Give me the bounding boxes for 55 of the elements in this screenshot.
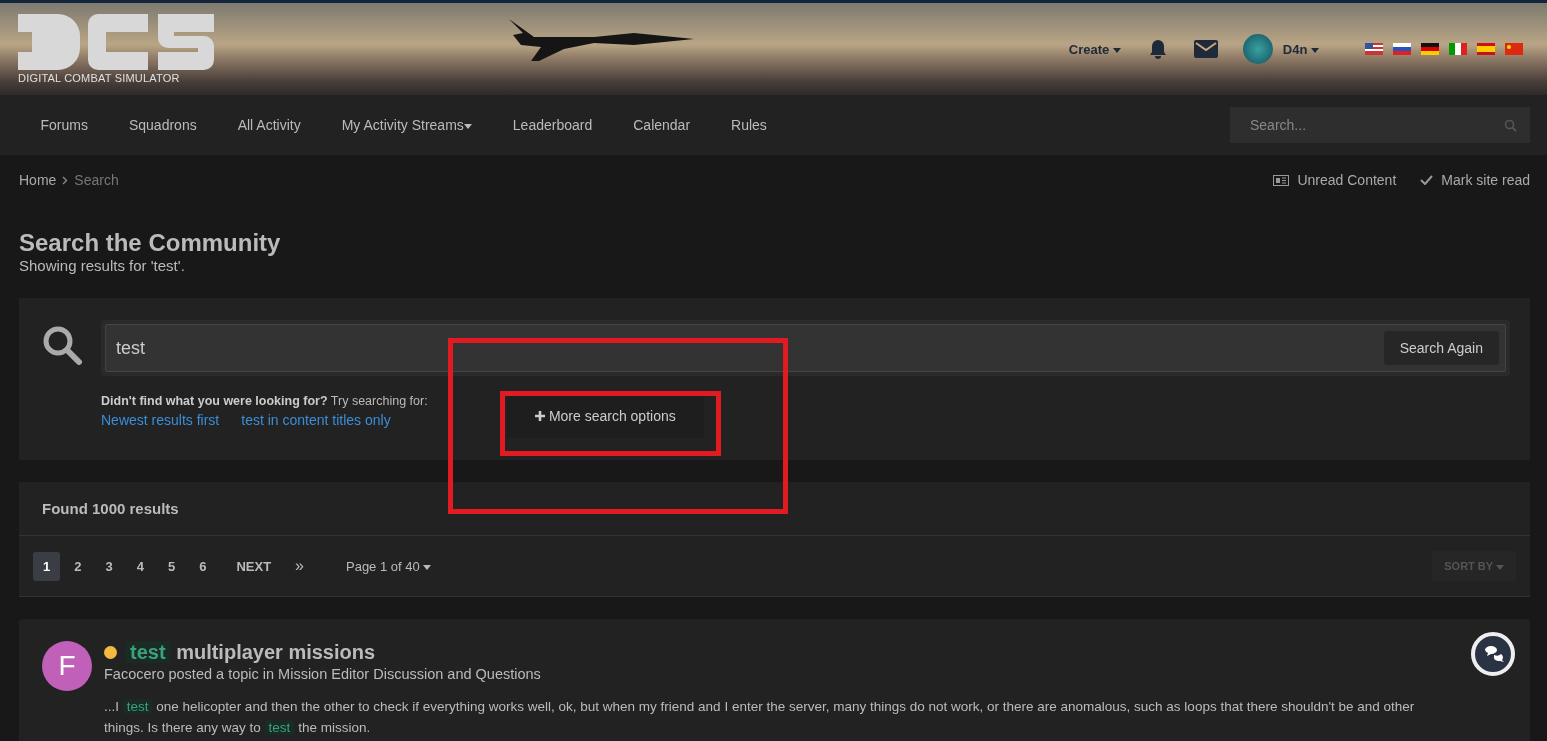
breadcrumb-link[interactable]: Search xyxy=(74,172,119,188)
avatar[interactable]: F xyxy=(42,641,92,691)
page-link[interactable]: 1 xyxy=(33,551,61,581)
nav-link[interactable]: Squadrons xyxy=(108,117,218,133)
flag-icon[interactable] xyxy=(1365,43,1383,55)
caret-icon xyxy=(423,564,432,570)
search-icon xyxy=(41,324,83,366)
page-link[interactable]: 6 xyxy=(189,551,217,581)
results-count: Found 1000 results xyxy=(19,482,1530,536)
breadcrumb-link[interactable]: Home xyxy=(19,172,57,188)
caret-icon xyxy=(1496,564,1504,570)
hint-text: Didn't find what you were looking for? Try searching for: xyxy=(101,394,429,408)
topic-snippet: ...I test one helicopter and then the other to check if everything works well, ok, but when my friend and I enter the server, many things do not work, or there are anomalous, such as loops that there shouldn't be and other things. Is there any way to test the mission. xyxy=(104,698,1416,737)
nav-link[interactable]: Leaderboard xyxy=(492,117,613,133)
checkmark-icon xyxy=(1420,175,1434,185)
chevron-icon xyxy=(62,175,69,185)
logo-icon xyxy=(18,14,214,70)
topic-meta: Facocero posted a topic in Mission Editor Discussion and Questions xyxy=(104,666,542,682)
logo-text: DIGITAL COMBAT SIMULATOR xyxy=(18,72,180,84)
search-again-button[interactable]: Search Again xyxy=(1383,331,1499,365)
nav-link[interactable]: Calendar xyxy=(612,117,711,133)
envelope-icon[interactable] xyxy=(1192,39,1219,59)
nav-link[interactable]: Forums xyxy=(20,117,109,133)
page-link[interactable]: 2 xyxy=(64,551,92,581)
page-link[interactable]: 3 xyxy=(95,551,123,581)
nav-link[interactable]: Rules xyxy=(710,117,788,133)
caret-icon xyxy=(1112,47,1121,53)
page-link[interactable]: 5 xyxy=(157,551,186,581)
status-dot xyxy=(104,646,117,659)
action-link[interactable]: Unread Content xyxy=(1297,172,1397,188)
last-page-link[interactable]: » xyxy=(285,550,314,582)
action-link[interactable]: Mark site read xyxy=(1441,172,1530,188)
chat-bubbles-icon xyxy=(1470,631,1516,677)
search-field[interactable]: Search... xyxy=(1230,107,1530,143)
flag-icon[interactable] xyxy=(1393,43,1411,55)
nav-link[interactable]: My Activity Streams xyxy=(321,117,493,133)
caret-icon xyxy=(1311,47,1319,53)
search-field[interactable]: test Search Again xyxy=(105,324,1506,372)
search-icon xyxy=(1504,119,1517,132)
suggestion-link[interactable]: Newest results first xyxy=(101,412,220,428)
site-logo[interactable]: DIGITAL COMBAT SIMULATOR xyxy=(18,14,214,84)
page-title: Search the Community xyxy=(19,229,282,257)
user-menu[interactable]: D4n xyxy=(1280,39,1321,59)
plus-icon xyxy=(535,411,545,421)
nav-link[interactable]: All Activity xyxy=(217,117,322,133)
create-menu[interactable]: Create xyxy=(1066,39,1123,59)
suggestion-link[interactable]: test in content titles only xyxy=(241,412,391,428)
flag-icon[interactable] xyxy=(1421,43,1439,55)
next-link[interactable]: NEXT xyxy=(226,551,282,581)
newspaper-icon xyxy=(1273,174,1290,186)
topic-title-link[interactable]: test multiplayer missions xyxy=(125,641,376,664)
page-link[interactable]: 4 xyxy=(126,551,154,581)
page-subtitle: Showing results for 'test'. xyxy=(19,257,186,274)
page-jump-menu[interactable]: Page 1 of 40 xyxy=(346,558,432,574)
more-options-button[interactable]: More search options xyxy=(507,394,704,438)
